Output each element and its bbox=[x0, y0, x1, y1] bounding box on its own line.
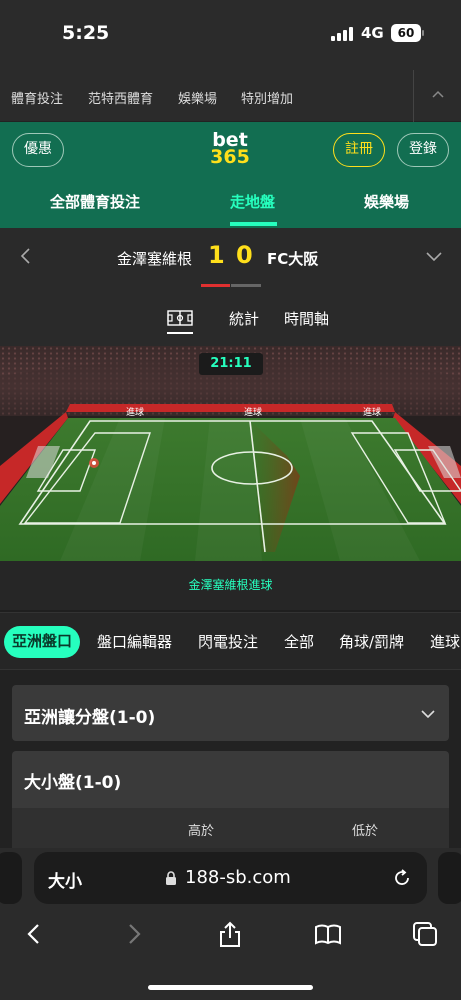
back-icon[interactable] bbox=[20, 920, 48, 948]
tabs-icon[interactable] bbox=[411, 920, 439, 948]
pitch-graphic bbox=[0, 346, 461, 610]
pitch-icon[interactable] bbox=[167, 310, 193, 326]
site-header: 優惠 bet 365 註冊 登錄 全部體育投注 走地盤 娛樂場 bbox=[0, 122, 461, 228]
tab-stats[interactable]: 統計 bbox=[229, 308, 259, 329]
share-icon[interactable] bbox=[216, 920, 244, 948]
status-time: 5:25 bbox=[62, 22, 110, 44]
address-bar[interactable]: 大小 188-sb.com bbox=[34, 852, 427, 904]
home-team: 金澤塞維根 bbox=[117, 250, 193, 268]
battery-icon: 60 bbox=[391, 24, 421, 42]
away-possession-bar bbox=[231, 284, 261, 287]
over-label: 高於 bbox=[188, 824, 215, 839]
tab-asian-lines[interactable]: 亞洲盤口 bbox=[4, 626, 81, 658]
pitch-tab-underline bbox=[167, 332, 193, 334]
away-score: 0 bbox=[236, 241, 253, 269]
home-possession-bar bbox=[201, 284, 230, 287]
ad-board-text: 進球 bbox=[363, 408, 382, 418]
register-button[interactable]: 註冊 bbox=[333, 133, 385, 167]
event-caption: 金澤塞維根進球 bbox=[188, 578, 273, 592]
top-nav: 體育投注 范特西體育 娛樂場 特別增加 bbox=[0, 70, 461, 122]
tab-corners-cards[interactable]: 角球/罰牌 bbox=[339, 631, 404, 652]
tab-bet-builder[interactable]: 盤口編輯器 bbox=[97, 631, 172, 652]
main-tabs: 全部體育投注 走地盤 娛樂場 bbox=[0, 182, 461, 228]
ad-board-text: 進球 bbox=[126, 408, 145, 418]
topnav-item-casino[interactable]: 娛樂場 bbox=[178, 88, 217, 107]
market-title: 大小盤(1-0) bbox=[24, 773, 122, 793]
text-size-button[interactable]: 大小 bbox=[48, 867, 82, 892]
chevron-down-icon bbox=[421, 710, 435, 719]
tab-timeline[interactable]: 時間軸 bbox=[284, 308, 329, 329]
away-team: FC大阪 bbox=[267, 250, 319, 268]
network-type: 4G bbox=[361, 24, 384, 42]
lock-icon bbox=[166, 871, 176, 885]
reload-icon[interactable] bbox=[391, 867, 413, 889]
next-tab-preview[interactable] bbox=[438, 852, 461, 904]
market-asian-handicap[interactable]: 亞洲讓分盤(1-0) bbox=[12, 685, 449, 741]
tab-all-sports[interactable]: 全部體育投注 bbox=[50, 191, 140, 212]
forward-icon[interactable] bbox=[120, 920, 148, 948]
signal-icon bbox=[331, 27, 355, 41]
previous-tab-preview[interactable] bbox=[0, 852, 22, 904]
home-indicator bbox=[148, 985, 313, 990]
market-title: 亞洲讓分盤(1-0) bbox=[24, 708, 156, 728]
bet365-logo[interactable]: bet 365 bbox=[205, 131, 255, 168]
match-clock: 21:11 bbox=[199, 353, 263, 375]
topnav-item-fantasy[interactable]: 范特西體育 bbox=[88, 88, 153, 107]
topnav-divider bbox=[413, 70, 414, 122]
chevron-left-icon[interactable] bbox=[16, 246, 36, 266]
topnav-item-sports[interactable]: 體育投注 bbox=[11, 88, 63, 107]
tab-all[interactable]: 全部 bbox=[284, 631, 314, 652]
tab-instant-bet[interactable]: 閃電投注 bbox=[198, 631, 258, 652]
ad-board-text: 進球 bbox=[244, 408, 263, 418]
chevron-up-icon[interactable] bbox=[428, 84, 448, 104]
url-text: 188-sb.com bbox=[185, 867, 291, 888]
under-label: 低於 bbox=[352, 824, 379, 839]
market-tabs: 亞洲盤口 盤口編輯器 閃電投注 全部 角球/罰牌 進球 bbox=[0, 612, 461, 670]
tab-casino[interactable]: 娛樂場 bbox=[364, 191, 409, 212]
browser-toolbar: 大小 188-sb.com bbox=[0, 848, 461, 1000]
battery-tip bbox=[422, 30, 424, 36]
tab-goals[interactable]: 進球 bbox=[430, 631, 460, 652]
home-score: 1 bbox=[208, 241, 225, 269]
bookmarks-icon[interactable] bbox=[314, 920, 342, 948]
chevron-down-icon[interactable] bbox=[424, 246, 444, 266]
status-bar: 5:25 4G 60 bbox=[0, 0, 461, 70]
match-scoreboard: 金澤塞維根 1 0 FC大阪 bbox=[0, 228, 461, 288]
login-button[interactable]: 登錄 bbox=[397, 133, 449, 167]
odds-column-header: 高於 低於 bbox=[12, 808, 449, 848]
active-tab-indicator bbox=[230, 222, 277, 226]
match-view-tabs: 統計 時間軸 bbox=[0, 288, 461, 346]
logo-bottom: 365 bbox=[210, 146, 250, 168]
topnav-item-boost[interactable]: 特別增加 bbox=[241, 88, 293, 107]
match-visualisation: 進球 進球 進球 21:11 金澤塞維根進球 bbox=[0, 346, 461, 610]
tab-in-play[interactable]: 走地盤 bbox=[230, 191, 275, 212]
offers-button[interactable]: 優惠 bbox=[12, 133, 64, 167]
